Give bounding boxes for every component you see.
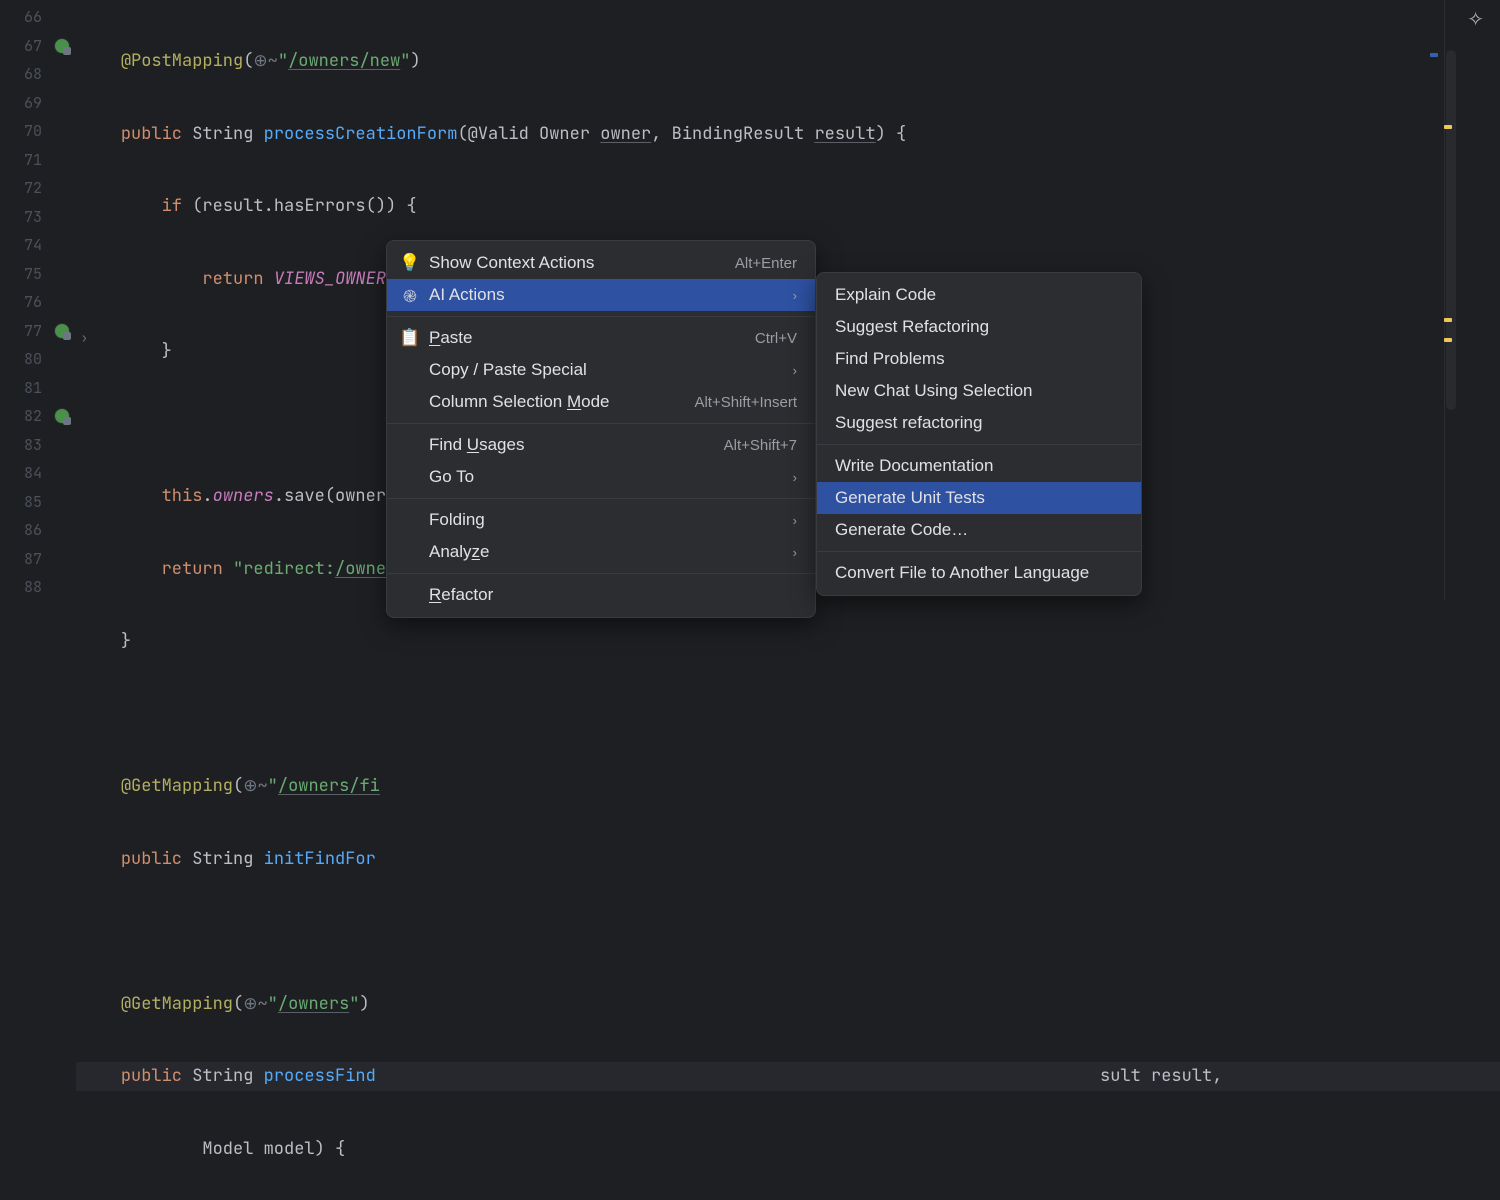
menu-item-new-chat-using-selection[interactable]: New Chat Using Selection — [817, 375, 1141, 407]
menu-item-suggest-refactoring-2[interactable]: Suggest refactoring — [817, 407, 1141, 439]
menu-item-find-usages[interactable]: Find Usages Alt+Shift+7 — [387, 429, 815, 461]
line-number: 70 — [0, 117, 76, 146]
line-number: 72 — [0, 174, 76, 203]
line-number: 81 — [0, 374, 76, 403]
scrollbar-thumb[interactable] — [1446, 50, 1456, 410]
chevron-right-icon: › — [793, 470, 797, 485]
web-mapping-icon[interactable] — [54, 323, 70, 339]
chevron-right-icon: › — [793, 545, 797, 560]
menu-item-folding[interactable]: Folding › — [387, 504, 815, 536]
menu-item-ai-actions[interactable]: ֎ AI Actions › — [387, 279, 815, 311]
menu-separator — [817, 551, 1141, 552]
marker[interactable] — [1430, 53, 1438, 57]
line-number: 74 — [0, 231, 76, 260]
line-number: 85 — [0, 488, 76, 517]
ai-assistant-icon[interactable]: ✧ — [1467, 6, 1484, 32]
line-number: 80 — [0, 345, 76, 374]
line-number: 88 — [0, 573, 76, 602]
line-number: 77› — [0, 317, 76, 346]
line-number: 73 — [0, 203, 76, 232]
menu-item-find-problems[interactable]: Find Problems — [817, 343, 1141, 375]
menu-item-go-to[interactable]: Go To › — [387, 461, 815, 493]
menu-item-convert-file-to-another-language[interactable]: Convert File to Another Language — [817, 557, 1141, 589]
menu-item-suggest-refactoring[interactable]: Suggest Refactoring — [817, 311, 1141, 343]
chevron-right-icon: › — [793, 513, 797, 528]
code-line[interactable]: Model model) { — [76, 1135, 1500, 1164]
line-number: 67 — [0, 32, 76, 61]
menu-item-generate-code[interactable]: Generate Code… — [817, 514, 1141, 546]
line-number: 87 — [0, 545, 76, 574]
web-mapping-icon[interactable] — [54, 408, 70, 424]
bulb-icon: 💡 — [401, 253, 419, 273]
line-number: 66 — [0, 3, 76, 32]
menu-item-paste[interactable]: 📋 Paste Ctrl+V — [387, 322, 815, 354]
menu-separator — [387, 423, 815, 424]
globe-icon: ⊕~ — [253, 50, 277, 72]
gutter: 66 67 68 69 70 71 72 73 74 75 76 77› 80 … — [0, 0, 76, 600]
marker[interactable] — [1444, 318, 1452, 322]
globe-icon: ⊕~ — [243, 993, 267, 1015]
code-line[interactable]: public String processFindxxxxxxxxxxxxxxx… — [76, 1062, 1500, 1091]
chevron-right-icon: › — [793, 363, 797, 378]
line-number: 75 — [0, 260, 76, 289]
line-number: 84 — [0, 459, 76, 488]
line-number: 76 — [0, 288, 76, 317]
code-line[interactable]: public String processCreationForm(@Valid… — [76, 120, 1500, 149]
line-number: 86 — [0, 516, 76, 545]
code-line[interactable]: if (result.hasErrors()) { — [76, 192, 1500, 221]
menu-item-column-selection-mode[interactable]: Column Selection Mode Alt+Shift+Insert — [387, 386, 815, 418]
context-menu: 💡 Show Context Actions Alt+Enter ֎ AI Ac… — [386, 240, 816, 618]
menu-item-analyze[interactable]: Analyze › — [387, 536, 815, 568]
code-line[interactable]: @GetMapping(⊕~"/owners") — [76, 990, 1500, 1019]
code-line[interactable]: public String initFindFor — [76, 845, 1500, 874]
line-number: 68 — [0, 60, 76, 89]
menu-item-generate-unit-tests[interactable]: Generate Unit Tests — [817, 482, 1141, 514]
code-line[interactable] — [76, 917, 1500, 946]
code-line[interactable]: @PostMapping(⊕~"/owners/new") — [76, 47, 1500, 76]
code-line[interactable]: } — [76, 627, 1500, 656]
ai-actions-submenu: Explain Code Suggest Refactoring Find Pr… — [816, 272, 1142, 596]
code-line[interactable]: @GetMapping(⊕~"/owners/fi — [76, 772, 1500, 801]
globe-icon: ⊕~ — [243, 775, 267, 797]
menu-item-refactor[interactable]: Refactor — [387, 579, 815, 611]
paste-icon: 📋 — [401, 328, 419, 348]
line-number: 69 — [0, 89, 76, 118]
line-number: 82 — [0, 402, 76, 431]
line-number: 83 — [0, 431, 76, 460]
menu-separator — [387, 498, 815, 499]
menu-item-copy-paste-special[interactable]: Copy / Paste Special › — [387, 354, 815, 386]
line-number: 71 — [0, 146, 76, 175]
right-gutter: ✧ — [1444, 0, 1500, 600]
menu-item-write-documentation[interactable]: Write Documentation — [817, 450, 1141, 482]
chevron-right-icon: › — [793, 288, 797, 303]
marker[interactable] — [1444, 338, 1452, 342]
menu-separator — [817, 444, 1141, 445]
marker[interactable] — [1444, 125, 1452, 129]
menu-item-show-context-actions[interactable]: 💡 Show Context Actions Alt+Enter — [387, 247, 815, 279]
swirl-icon: ֎ — [401, 284, 419, 307]
menu-item-explain-code[interactable]: Explain Code — [817, 279, 1141, 311]
menu-separator — [387, 316, 815, 317]
code-line[interactable] — [76, 700, 1500, 729]
web-mapping-icon[interactable] — [54, 38, 70, 54]
menu-separator — [387, 573, 815, 574]
